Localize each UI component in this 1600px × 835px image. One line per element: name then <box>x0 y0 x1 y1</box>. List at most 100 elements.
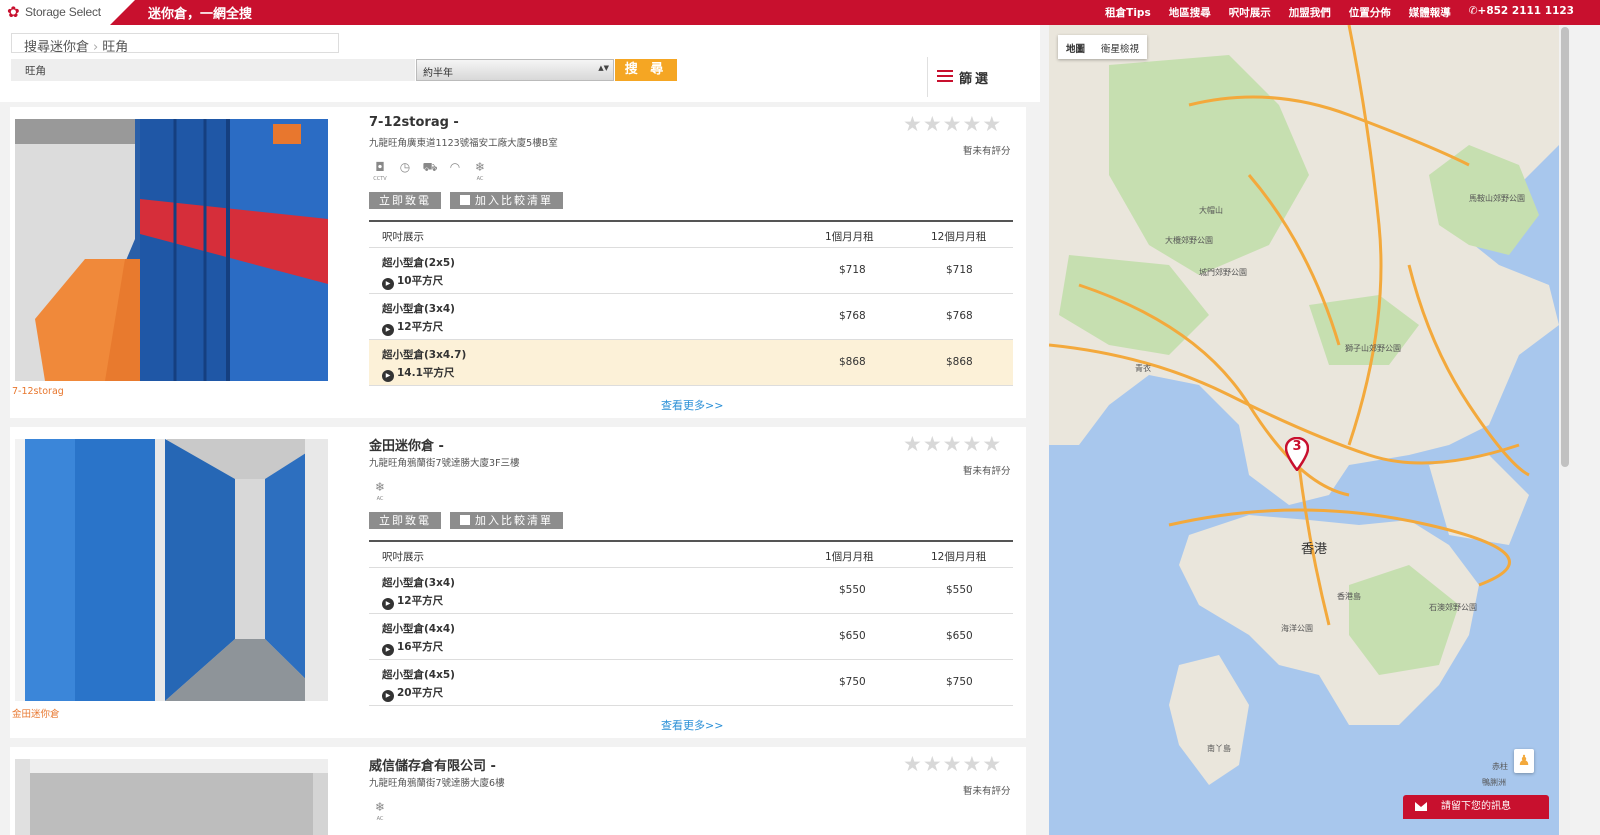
star-icon: ★ <box>942 112 962 136</box>
header-monthly-12: 12個月月租 <box>931 551 987 563</box>
play-icon[interactable]: ▶ <box>382 644 394 656</box>
play-icon[interactable]: ▶ <box>382 598 394 610</box>
logo-text: Storage Select <box>25 5 101 19</box>
scrollbar-thumb[interactable] <box>1561 27 1569 467</box>
map-label: 馬鞍山郊野公園 <box>1469 194 1525 203</box>
photo-caption[interactable]: 金田迷你倉 <box>12 706 60 720</box>
price-12-month: $718 <box>946 264 973 276</box>
message-bar[interactable]: 請留下您的訊息 <box>1403 795 1549 819</box>
compare-checkbox[interactable] <box>460 195 470 205</box>
storage-corridor-photo <box>15 119 328 381</box>
header-size-demo[interactable]: 呎吋展示 <box>382 549 424 564</box>
add-compare-button[interactable]: 加入比較清單 <box>450 192 563 209</box>
listing-photo[interactable] <box>15 439 328 701</box>
header-size-demo[interactable]: 呎吋展示 <box>382 229 424 244</box>
price-1-month: $718 <box>839 264 866 276</box>
search-button[interactable]: 搜 尋 <box>615 59 677 81</box>
star-icon: ★ <box>982 112 1002 136</box>
price-1-month: $750 <box>839 676 866 688</box>
star-icon: ★ <box>982 752 1002 776</box>
star-icon: ★ <box>942 432 962 456</box>
table-row[interactable]: 超小型倉(3x4) ▶ 12平方尺 $768 $768 <box>369 294 1013 340</box>
star-icon: ★ <box>982 432 1002 456</box>
play-icon[interactable]: ▶ <box>382 278 394 290</box>
clock-24h-icon: ◷ <box>399 160 411 174</box>
logo[interactable]: ✿ Storage Select <box>0 0 110 25</box>
listing-title[interactable]: 7-12storag - <box>369 115 459 130</box>
amenity-icons: ❄ AC <box>371 799 389 822</box>
play-icon[interactable]: ▶ <box>382 324 394 336</box>
breadcrumb-root[interactable]: 搜尋迷你倉 <box>24 40 89 55</box>
unit-size: ▶ 12平方尺 <box>382 319 443 336</box>
truck-icon: ⛟ <box>422 160 438 174</box>
nav-district-search[interactable]: 地區搜尋 <box>1169 5 1211 20</box>
unit-name: 超小型倉(2x5) <box>382 257 455 269</box>
storage-logo-icon: ✿ <box>7 3 20 21</box>
map[interactable]: 地圖 衛星檢視 香港 香港島 大帽山 青衣 南丫島 海洋公園 獅子山郊野公園 城… <box>1049 25 1559 835</box>
price-12-month: $550 <box>946 584 973 596</box>
amenity-icons: ❄ AC <box>371 479 389 502</box>
star-icon: ★ <box>942 752 962 776</box>
street-view-pegman-icon[interactable]: ♟ <box>1514 749 1534 773</box>
call-now-button[interactable]: 立即致電 <box>369 192 441 209</box>
nav-phone[interactable]: ✆+852 2111 1123 <box>1469 5 1574 20</box>
see-more-link[interactable]: 查看更多>> <box>661 397 723 413</box>
table-row[interactable]: 超小型倉(3x4) ▶ 12平方尺 $550 $550 <box>369 568 1013 614</box>
unit-size: ▶ 16平方尺 <box>382 639 443 656</box>
top-navigation-bar: ✿ Storage Select 迷你倉，一網全搜 租倉Tips 地區搜尋 呎吋… <box>0 0 1600 25</box>
star-icon: ★ <box>962 112 982 136</box>
listing-photo[interactable] <box>15 119 328 381</box>
star-icon: ★ <box>922 432 942 456</box>
filter-button[interactable]: 篩選 <box>927 57 1037 97</box>
listing-address: 九龍旺角廣東道1123號福安工廠大廈5樓B室 <box>369 138 558 149</box>
nav-size-demo[interactable]: 呎吋展示 <box>1229 5 1271 20</box>
nav-join-us[interactable]: 加盟我們 <box>1289 5 1331 20</box>
map-type-map[interactable]: 地圖 <box>1058 35 1093 59</box>
star-icon: ★ <box>922 752 942 776</box>
map-label: 大帽山 <box>1199 206 1223 215</box>
star-icon: ★ <box>962 752 982 776</box>
play-icon[interactable]: ▶ <box>382 690 394 702</box>
header-monthly-12: 12個月月租 <box>931 231 987 243</box>
listing-title[interactable]: 金田迷你倉 - <box>369 435 444 454</box>
map-type-satellite[interactable]: 衛星檢視 <box>1093 35 1147 59</box>
listing-photo[interactable] <box>15 759 328 835</box>
filter-sliders-icon <box>937 70 953 83</box>
period-select[interactable]: 約半年 ▲▼ <box>416 59 614 81</box>
search-panel: 搜尋迷你倉 ›旺角 約半年 ▲▼ 搜 尋 篩選 <box>0 25 1040 102</box>
photo-caption[interactable]: 7-12storag <box>12 386 64 397</box>
star-rating[interactable]: ★ ★ ★ ★ ★ <box>903 433 1018 455</box>
table-row[interactable]: 超小型倉(2x5) ▶ 10平方尺 $718 $718 <box>369 248 1013 294</box>
call-now-button[interactable]: 立即致電 <box>369 512 441 529</box>
star-rating[interactable]: ★ ★ ★ ★ ★ <box>903 753 1018 775</box>
envelope-icon <box>1415 802 1427 811</box>
price-12-month: $768 <box>946 310 973 322</box>
table-row-highlighted[interactable]: 超小型倉(3x4.7) ▶ 14.1平方尺 $868 $868 <box>369 340 1013 386</box>
nav-media[interactable]: 媒體報導 <box>1409 5 1451 20</box>
nav-locations[interactable]: 位置分佈 <box>1349 5 1391 20</box>
main-nav: 租倉Tips 地區搜尋 呎吋展示 加盟我們 位置分佈 媒體報導 ✆+852 21… <box>1105 5 1574 20</box>
map-label: 青衣 <box>1135 364 1151 373</box>
map-label: 獅子山郊野公園 <box>1345 344 1401 353</box>
marker-count: 3 <box>1292 439 1302 454</box>
map-canvas[interactable] <box>1049 25 1559 835</box>
listing-title[interactable]: 威信儲存倉有限公司 - <box>369 755 496 774</box>
star-icon: ★ <box>903 112 922 136</box>
period-value: 約半年 <box>423 68 453 79</box>
star-rating[interactable]: ★ ★ ★ ★ ★ <box>903 113 1018 135</box>
nav-tips[interactable]: 租倉Tips <box>1105 5 1151 20</box>
compare-checkbox[interactable] <box>460 515 470 525</box>
see-more-link[interactable]: 查看更多>> <box>661 717 723 733</box>
table-row[interactable]: 超小型倉(4x5) ▶ 20平方尺 $750 $750 <box>369 660 1013 706</box>
location-input[interactable] <box>11 59 415 81</box>
filter-label: 篩選 <box>959 72 992 87</box>
play-icon[interactable]: ▶ <box>382 370 394 382</box>
add-compare-button[interactable]: 加入比較清單 <box>450 512 563 529</box>
select-arrows-icon: ▲▼ <box>598 64 609 72</box>
listing-card: 威信儲存倉有限公司 - 九龍旺角鴉蘭街7號達勝大廈6樓 ★ ★ ★ ★ ★ 暫未有評分 … <box>10 747 1026 835</box>
breadcrumb-separator-icon: › <box>93 40 99 55</box>
cctv-icon: ◘ CCTV <box>373 160 387 182</box>
listing-address: 九龍旺角鴉蘭街7號達勝大廈6樓 <box>369 778 505 789</box>
map-marker[interactable]: 3 <box>1284 436 1310 473</box>
table-row[interactable]: 超小型倉(4x4) ▶ 16平方尺 $650 $650 <box>369 614 1013 660</box>
